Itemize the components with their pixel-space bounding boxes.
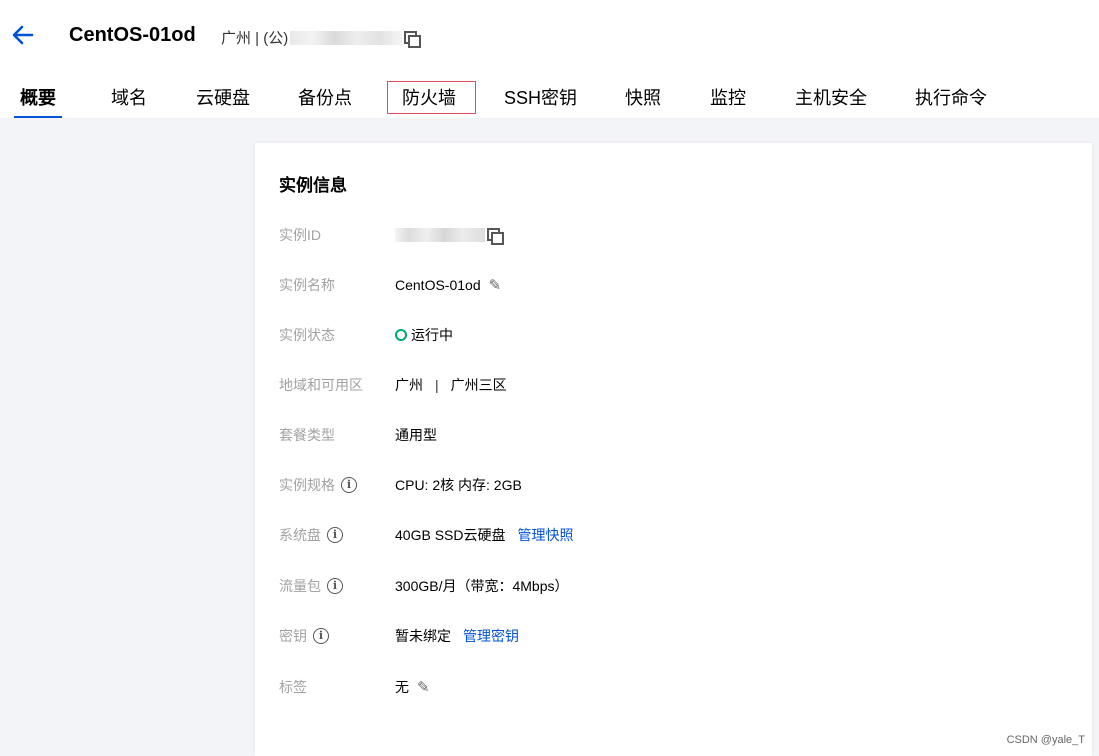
copy-icon[interactable] [404, 30, 422, 48]
info-icon[interactable]: i [341, 477, 357, 493]
label-plan-type: 套餐类型 [279, 427, 335, 443]
page-header: CentOS-01od 广州 | (公) 概要 域名 云硬盘 备份点 防火墙 S… [0, 0, 1099, 118]
label-system-disk-text: 系统盘 [279, 527, 321, 543]
status-text: 运行中 [411, 327, 453, 343]
value-instance-name: CentOS-01od ✎ [395, 274, 501, 296]
tab-monitor[interactable]: 监控 [710, 78, 746, 118]
instance-name-text: CentOS-01od [395, 277, 481, 293]
region-separator: | [435, 377, 439, 393]
label-spec-text: 实例规格 [279, 477, 335, 493]
tab-ssh-key[interactable]: SSH密钥 [504, 78, 577, 118]
firewall-highlight-box [387, 81, 476, 114]
label-region: 地域和可用区 [279, 377, 363, 393]
tags-text: 无 [395, 679, 409, 695]
row-instance-status: 实例状态 运行中 [279, 324, 1059, 346]
info-icon[interactable]: i [327, 527, 343, 543]
copy-icon[interactable] [487, 228, 504, 245]
redacted-instance-id [395, 228, 485, 242]
tab-domain[interactable]: 域名 [111, 78, 147, 118]
value-spec: CPU: 2核 内存: 2GB [395, 477, 522, 493]
tab-cloud-disk[interactable]: 云硬盘 [196, 78, 250, 118]
system-disk-text: 40GB SSD云硬盘 [395, 527, 506, 543]
key-text: 暂未绑定 [395, 628, 451, 644]
watermark: CSDN @yale_T [1006, 734, 1085, 746]
tab-run-command[interactable]: 执行命令 [915, 78, 987, 118]
value-tags: 无 ✎ [395, 676, 430, 698]
row-plan-type: 套餐类型 通用型 [279, 424, 1059, 446]
region-city: 广州 [395, 377, 423, 393]
status-dot-icon [395, 329, 407, 341]
region-zone: 广州三区 [450, 377, 507, 393]
label-spec: 实例规格 i [279, 474, 357, 496]
value-plan-type: 通用型 [395, 427, 437, 443]
label-instance-name: 实例名称 [279, 277, 335, 293]
edit-icon[interactable]: ✎ [417, 680, 430, 695]
value-region: 广州 | 广州三区 [395, 374, 507, 396]
row-spec: 实例规格 i CPU: 2核 内存: 2GB [279, 474, 1059, 496]
tab-firewall[interactable]: 防火墙 [387, 78, 476, 118]
row-traffic: 流量包 i 300GB/月（带宽：4Mbps） [279, 575, 1059, 597]
tab-bar: 概要 域名 云硬盘 备份点 防火墙 SSH密钥 快照 监控 主机安全 执行命令 [14, 78, 1099, 118]
row-instance-id: 实例ID [279, 224, 1059, 246]
manage-key-link[interactable]: 管理密钥 [463, 626, 519, 646]
value-traffic: 300GB/月（带宽：4Mbps） [395, 578, 569, 594]
label-key: 密钥 i [279, 625, 329, 647]
value-instance-status: 运行中 [395, 324, 453, 346]
row-system-disk: 系统盘 i 40GB SSD云硬盘 管理快照 [279, 524, 1059, 546]
row-instance-name: 实例名称 CentOS-01od ✎ [279, 274, 1059, 296]
label-key-text: 密钥 [279, 628, 307, 644]
redacted-ip [290, 30, 403, 45]
label-traffic-text: 流量包 [279, 578, 321, 594]
value-key: 暂未绑定 管理密钥 [395, 625, 519, 647]
info-icon[interactable]: i [313, 628, 329, 644]
card-title: 实例信息 [279, 176, 347, 195]
edit-icon[interactable]: ✎ [489, 278, 502, 293]
tab-host-security[interactable]: 主机安全 [795, 78, 867, 118]
back-arrow-icon[interactable] [10, 22, 36, 48]
tab-overview[interactable]: 概要 [14, 78, 62, 118]
label-traffic: 流量包 i [279, 575, 343, 597]
info-icon[interactable]: i [327, 578, 343, 594]
region-prefix: 广州 | (公) [221, 30, 289, 47]
tab-backup[interactable]: 备份点 [298, 78, 352, 118]
instance-meta: 广州 | (公) [221, 27, 422, 48]
row-key: 密钥 i 暂未绑定 管理密钥 [279, 625, 1059, 647]
page-title: CentOS-01od [69, 24, 196, 46]
label-tags: 标签 [279, 679, 307, 695]
manage-snapshot-link[interactable]: 管理快照 [517, 525, 573, 545]
instance-info-card: 实例信息 实例ID 实例名称 CentOS-01od ✎ 实例状态 运行中 地域… [255, 143, 1092, 756]
tab-snapshot[interactable]: 快照 [625, 78, 661, 118]
label-instance-id: 实例ID [279, 227, 321, 243]
value-system-disk: 40GB SSD云硬盘 管理快照 [395, 524, 573, 546]
row-region: 地域和可用区 广州 | 广州三区 [279, 374, 1059, 396]
label-instance-status: 实例状态 [279, 327, 335, 343]
row-tags: 标签 无 ✎ [279, 676, 1059, 698]
value-instance-id [395, 224, 504, 246]
label-system-disk: 系统盘 i [279, 524, 343, 546]
